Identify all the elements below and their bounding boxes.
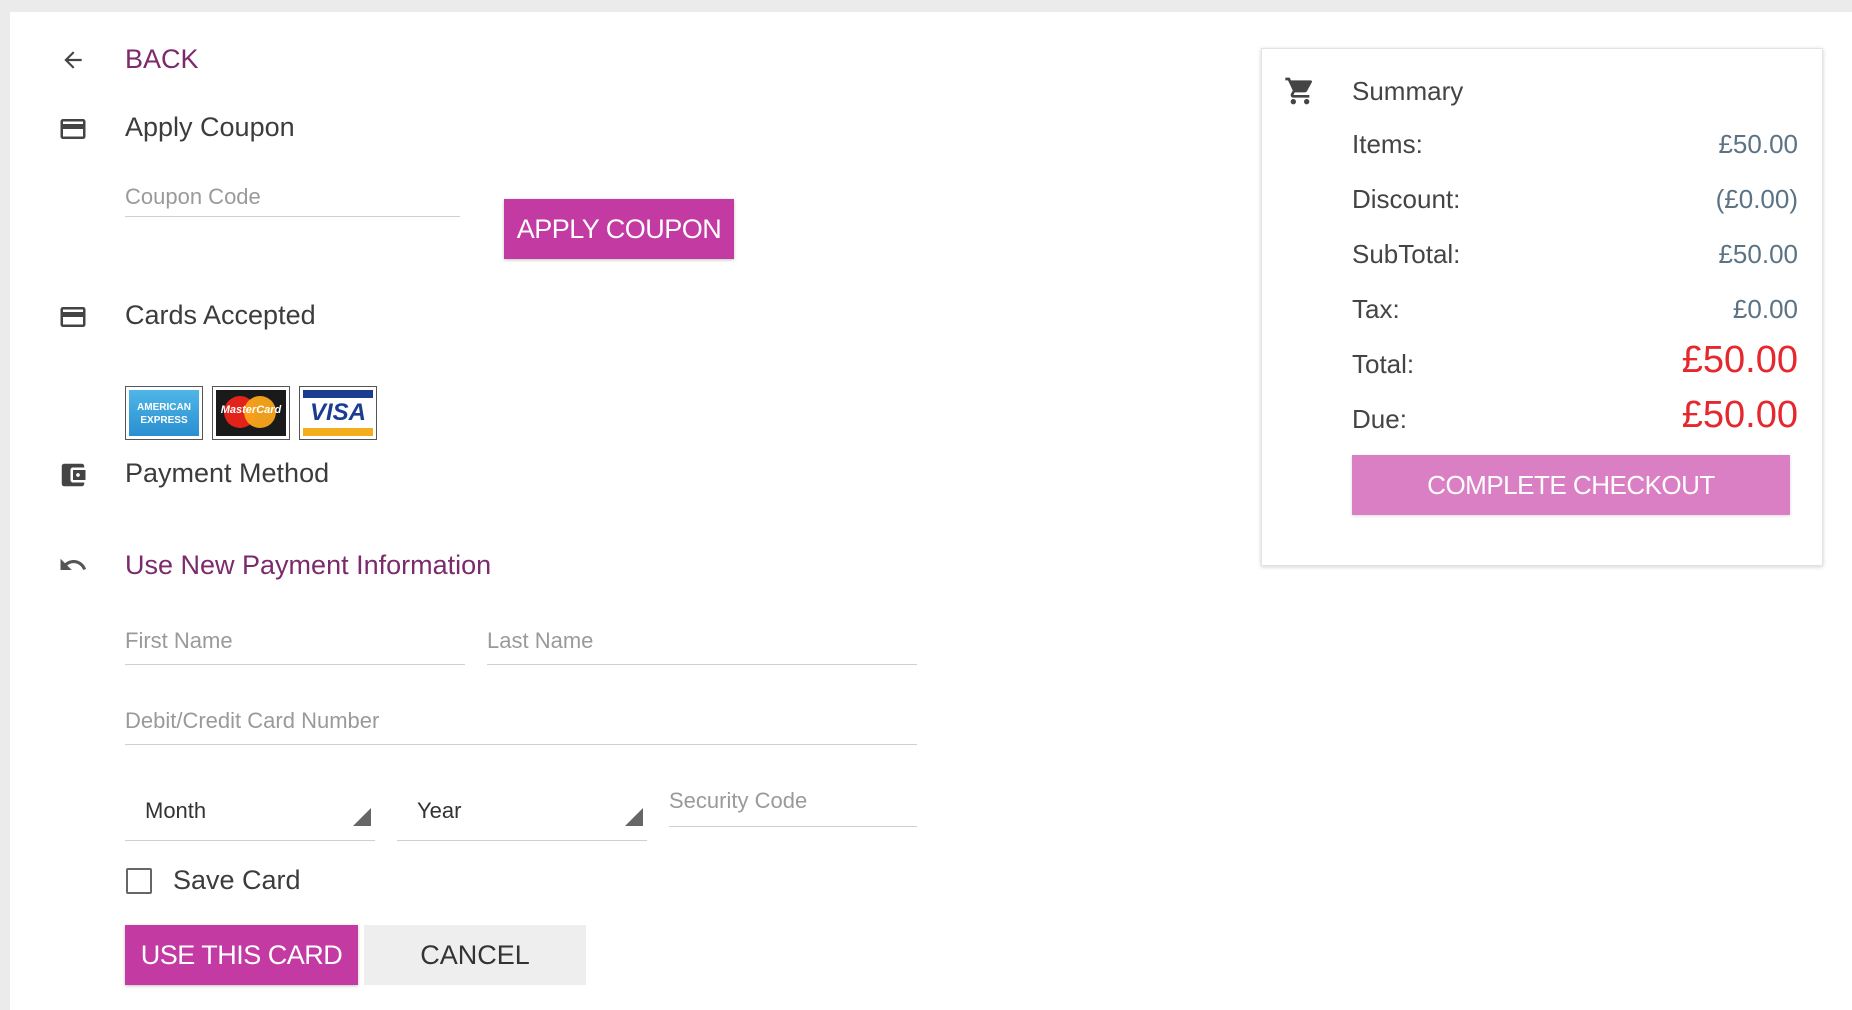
first-name-field[interactable] — [125, 618, 465, 665]
cards-accepted-title: Cards Accepted — [125, 300, 316, 330]
discount-value: (£0.00) — [1715, 184, 1798, 214]
subtotal-value: £50.00 — [1718, 239, 1798, 269]
security-code-input[interactable] — [669, 776, 917, 826]
checkout-page: BACK Apply Coupon APPLY COUPON Cards Acc… — [10, 12, 1852, 1010]
due-value: £50.00 — [1681, 394, 1798, 436]
dropdown-arrow-icon — [625, 808, 643, 826]
save-card-checkbox[interactable] — [126, 868, 152, 894]
coupon-code-field[interactable] — [125, 178, 460, 217]
last-name-field[interactable] — [487, 618, 917, 665]
discount-label: Discount: — [1352, 184, 1461, 214]
total-value: £50.00 — [1681, 339, 1798, 381]
credit-card-icon — [58, 302, 88, 332]
summary-title: Summary — [1352, 76, 1464, 106]
dropdown-arrow-icon — [353, 808, 371, 826]
card-number-field[interactable] — [125, 698, 917, 745]
undo-icon[interactable] — [58, 550, 88, 580]
year-select-value: Year — [417, 798, 462, 823]
back-link[interactable]: BACK — [125, 44, 199, 75]
visa-logo: VISA — [299, 386, 377, 440]
first-name-input[interactable] — [125, 618, 465, 664]
summary-panel: Summary Items: £50.00 Discount: (£0.00) … — [1261, 48, 1823, 566]
complete-checkout-button[interactable]: COMPLETE CHECKOUT — [1352, 455, 1790, 515]
credit-card-icon — [58, 114, 88, 144]
card-number-input[interactable] — [125, 698, 917, 744]
use-new-payment-link[interactable]: Use New Payment Information — [125, 550, 491, 581]
amex-logo: AMERICAN EXPRESS — [125, 386, 203, 440]
cart-icon — [1284, 75, 1316, 107]
subtotal-label: SubTotal: — [1352, 239, 1461, 269]
total-label: Total: — [1352, 349, 1415, 379]
month-select-value: Month — [145, 798, 207, 823]
tax-label: Tax: — [1352, 294, 1400, 324]
due-label: Due: — [1352, 404, 1407, 434]
wallet-icon — [58, 460, 88, 490]
mastercard-logo: MasterCard — [212, 386, 290, 440]
apply-coupon-title: Apply Coupon — [125, 112, 295, 142]
use-this-card-button[interactable]: USE THIS CARD — [125, 925, 358, 985]
year-select[interactable]: Year — [397, 784, 647, 841]
last-name-input[interactable] — [487, 618, 917, 664]
payment-method-title: Payment Method — [125, 458, 330, 488]
apply-coupon-button[interactable]: APPLY COUPON — [504, 199, 734, 259]
tax-value: £0.00 — [1732, 294, 1798, 324]
coupon-code-input[interactable] — [125, 178, 460, 216]
save-card-label[interactable]: Save Card — [173, 865, 301, 896]
security-code-field[interactable] — [669, 776, 917, 827]
items-label: Items: — [1352, 129, 1423, 159]
cancel-button[interactable]: CANCEL — [364, 925, 586, 985]
arrow-left-icon[interactable] — [60, 47, 86, 73]
items-value: £50.00 — [1718, 129, 1798, 159]
month-select[interactable]: Month — [125, 784, 375, 841]
